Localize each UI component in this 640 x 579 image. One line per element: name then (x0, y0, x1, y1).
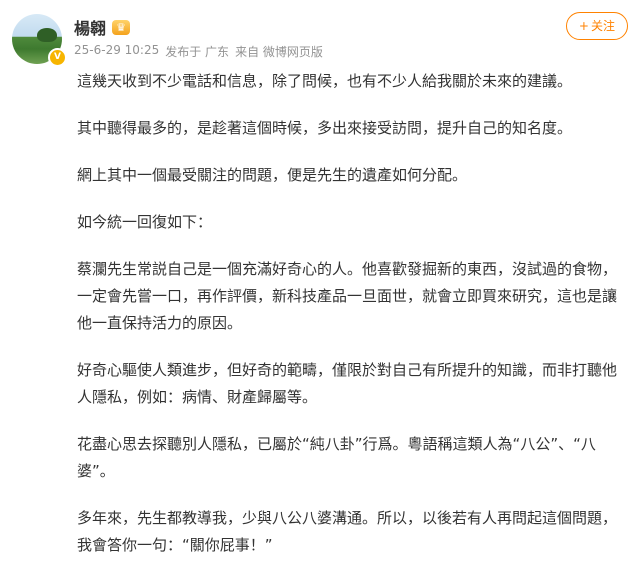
follow-label: 关注 (590, 19, 615, 33)
post-paragraph: 花盡心思去探聽別人隱私，已屬於“純八卦”行爲。粵語稱這類人為“八公”、“八婆”。 (77, 435, 596, 480)
post-paragraph: 如今統一回復如下： (77, 213, 213, 231)
post-paragraph: 好奇心驅使人類進步，但好奇的範疇，僅限於對自己有所提升的知識，而非打聽他人隱私，… (77, 361, 618, 406)
avatar-tree (37, 28, 57, 42)
crown-icon[interactable]: ♛ (112, 19, 131, 35)
post-timestamp[interactable]: 25-6-29 10:25 (74, 43, 159, 60)
post-paragraph: 蔡瀾先生常説自己是一個充滿好奇心的人。他喜歡發掘新的東西，沒試過的食物，一定會先… (77, 260, 618, 332)
author-name[interactable]: 楊翱 (74, 15, 106, 39)
author-row: 楊翱 ♛ (74, 15, 131, 39)
post-body: 這幾天收到不少電話和信息，除了問候，也有不少人給我關於未來的建議。 其中聽得最多… (77, 68, 629, 579)
post-paragraph: 其中聽得最多的，是趁著這個時候，多出來接受訪問，提升自己的知名度。 (77, 119, 573, 137)
post-paragraph: 網上其中一個最受關注的問題，便是先生的遺產如何分配。 (77, 166, 468, 184)
post-paragraph: 這幾天收到不少電話和信息，除了問候，也有不少人給我關於未來的建議。 (77, 72, 573, 90)
follow-button[interactable]: + 关注 (565, 12, 628, 40)
post-meta: 25-6-29 10:25 发布于 广东 来自 微博网页版 (74, 43, 323, 60)
plus-icon: + (578, 19, 589, 33)
post-location: 发布于 广东 (165, 45, 230, 59)
verified-badge-icon: V (48, 48, 67, 67)
post-paragraph: 多年來，先生都教導我，少與八公八婆溝通。所以，以後若有人再問起這個問題，我會答你… (77, 509, 618, 554)
post-source: 来自 微博网页版 (235, 45, 323, 59)
